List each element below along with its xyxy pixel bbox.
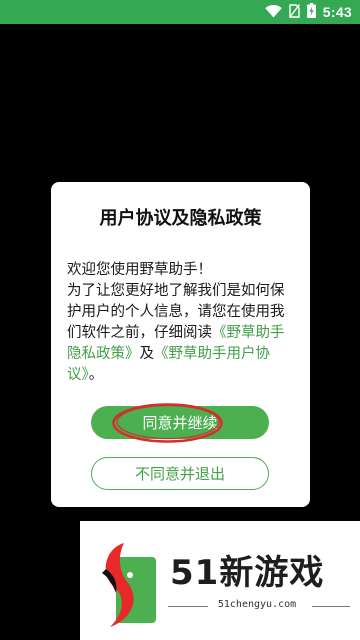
privacy-dialog: 用户协议及隐私政策 欢迎您使用野草助手！ 为了让您更好地了解我们是如何保护用户的… xyxy=(51,182,310,507)
wifi-icon xyxy=(265,3,282,22)
disagree-button-label: 不同意并退出 xyxy=(134,465,225,483)
ending-text: 。 xyxy=(88,367,104,383)
watermark-brand: 51新游戏 xyxy=(170,553,325,593)
screen: 5:43 用户协议及隐私政策 欢迎您使用野草助手！ 为了让您更好地了解我们是如何… xyxy=(0,0,360,640)
url-divider-right xyxy=(312,606,350,607)
connector-text: 及 xyxy=(139,346,155,362)
agree-continue-button[interactable]: 同意并继续 xyxy=(91,406,269,439)
status-time: 5:43 xyxy=(322,4,352,20)
dialog-title: 用户协议及隐私政策 xyxy=(99,208,262,229)
status-icons: 5:43 xyxy=(265,0,352,24)
site-watermark: 51新游戏 51chengyu.com xyxy=(80,521,360,640)
dialog-body: 欢迎您使用野草助手！ 为了让您更好地了解我们是如何保护用户的个人信息，请您在使用… xyxy=(67,260,298,386)
battery-charging-icon xyxy=(306,2,316,22)
watermark-url: 51chengyu.com xyxy=(217,599,297,610)
disagree-exit-button[interactable]: 不同意并退出 xyxy=(91,457,269,490)
site-logo-icon xyxy=(102,543,156,627)
no-sim-icon xyxy=(288,3,300,22)
dialog-intro: 欢迎您使用野草助手！ xyxy=(67,262,212,278)
status-bar: 5:43 xyxy=(0,0,360,24)
agree-button-label: 同意并继续 xyxy=(142,414,218,432)
